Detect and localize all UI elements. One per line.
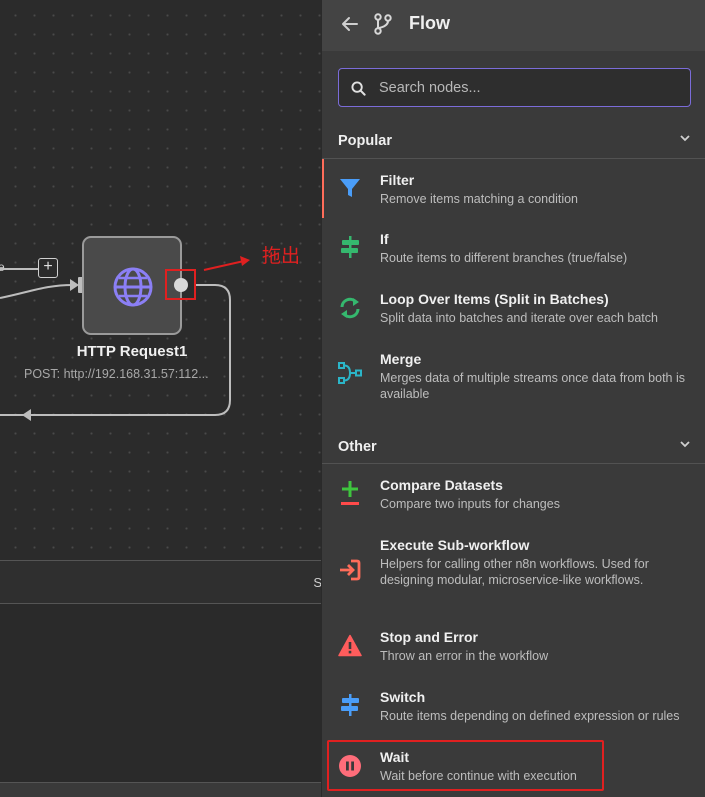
compare-icon: [341, 481, 359, 505]
warning-icon: [338, 634, 362, 657]
item-desc: Helpers for calling other n8n workflows.…: [380, 557, 649, 587]
section-label: Other: [338, 439, 377, 455]
filter-icon: [340, 179, 360, 197]
bottom-strip: [0, 782, 322, 797]
chevron-down-icon: [680, 135, 690, 142]
partial-edge-label: e: [0, 260, 5, 274]
node-item-if[interactable]: If Route items to different branches (tr…: [322, 231, 705, 271]
node-creator-panel: Flow Popular Filter Remove items matchin…: [321, 0, 705, 797]
search-input[interactable]: [379, 69, 679, 106]
workflow-canvas[interactable]: e + HTTP Request1 POST: http://192.168.3…: [0, 0, 322, 797]
section-other[interactable]: Other: [322, 434, 705, 462]
item-desc: Compare two inputs for changes: [380, 497, 560, 511]
sync-icon: [340, 297, 360, 319]
section-popular[interactable]: Popular: [322, 128, 705, 156]
add-node-button[interactable]: +: [38, 258, 58, 278]
item-name: Filter: [380, 172, 415, 188]
item-desc: Remove items matching a condition: [380, 192, 579, 206]
node-item-filter[interactable]: Filter Remove items matching a condition: [322, 172, 705, 212]
signpost-icon: [341, 694, 359, 716]
divider: [322, 463, 705, 464]
node-item-compare-datasets[interactable]: Compare Datasets Compare two inputs for …: [322, 477, 705, 517]
node-item-stop-and-error[interactable]: Stop and Error Throw an error in the wor…: [322, 629, 705, 669]
item-desc: Route items to different branches (true/…: [380, 251, 628, 265]
search-box[interactable]: [338, 68, 691, 107]
lower-area: [0, 604, 322, 782]
chevron-down-icon: [680, 441, 690, 448]
item-name: Execute Sub-workflow: [380, 537, 530, 553]
item-name: Merge: [380, 351, 422, 367]
item-name: If: [380, 231, 389, 247]
node-item-merge[interactable]: Merge Merges data of multiple streams on…: [322, 351, 705, 407]
git-branch-icon: [374, 13, 392, 35]
merge-icon: [338, 362, 362, 384]
item-desc: Throw an error in the workflow: [380, 649, 549, 663]
panel-header: Flow: [322, 0, 705, 51]
pause-circle-icon: [339, 755, 361, 777]
drag-annotation: 拖出: [262, 245, 301, 267]
sign-in-icon: [340, 559, 361, 581]
output-handle-highlight[interactable]: [165, 269, 196, 300]
lower-bar: S: [0, 560, 322, 604]
arrow-left-icon[interactable]: [340, 14, 360, 34]
node-title: HTTP Request1: [76, 343, 188, 360]
item-desc: Route items depending on defined express…: [380, 709, 680, 723]
divider: [322, 158, 705, 159]
node-item-execute-sub-workflow[interactable]: Execute Sub-workflow Helpers for calling…: [322, 537, 705, 607]
section-label: Popular: [338, 133, 392, 149]
item-desc: Split data into batches and iterate over…: [380, 311, 658, 325]
item-name: Stop and Error: [380, 629, 479, 645]
item-name: Switch: [380, 689, 426, 705]
globe-icon: [113, 267, 153, 307]
item-name: Compare Datasets: [380, 477, 503, 493]
node-item-loop-over-items[interactable]: Loop Over Items (Split in Batches) Split…: [322, 291, 705, 331]
node-item-switch[interactable]: Switch Route items depending on defined …: [322, 689, 705, 729]
node-item-wait[interactable]: Wait Wait before continue with execution: [322, 749, 705, 789]
search-icon: [351, 81, 366, 96]
item-desc: Wait before continue with execution: [380, 769, 577, 783]
item-desc: Merges data of multiple streams once dat…: [380, 371, 686, 401]
panel-title: Flow: [409, 13, 450, 33]
output-handle-dot[interactable]: [174, 278, 188, 292]
item-name: Loop Over Items (Split in Batches): [380, 291, 609, 307]
signpost-icon: [341, 236, 359, 258]
node-subtitle: POST: http://192.168.31.57:112...: [24, 367, 209, 381]
item-name: Wait: [380, 749, 410, 765]
